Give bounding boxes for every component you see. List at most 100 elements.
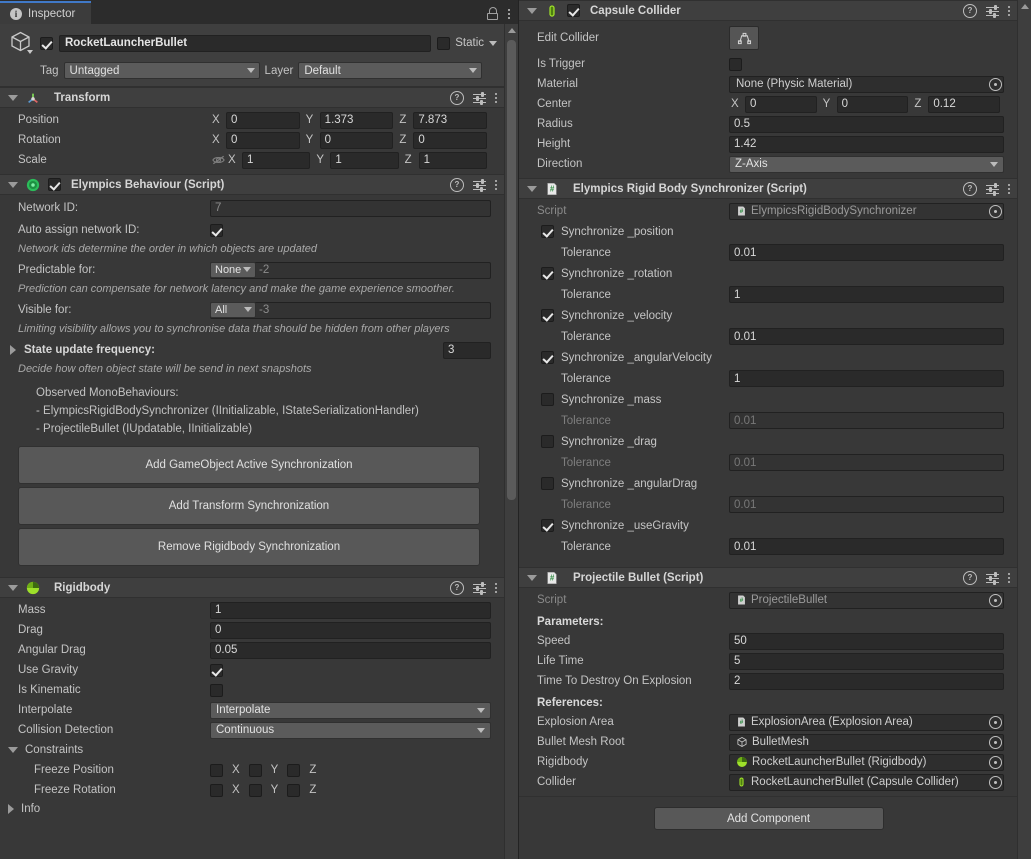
component-header-capsule-collider[interactable]: Capsule Collider ? <box>519 0 1018 21</box>
help-icon[interactable]: ? <box>450 580 464 595</box>
rotation-x-input[interactable]: 0 <box>226 131 300 149</box>
foldout-arrow-icon[interactable] <box>8 181 18 188</box>
tag-dropdown[interactable]: Untagged <box>63 62 260 79</box>
chevron-down-icon[interactable] <box>489 40 497 46</box>
is-trigger-checkbox[interactable] <box>729 57 742 71</box>
static-toggle-group[interactable]: Static <box>437 36 497 50</box>
remove-rigidbody-sync-button[interactable]: Remove Rigidbody Synchronization <box>18 528 480 566</box>
angular-drag-input[interactable]: 0.05 <box>210 641 491 659</box>
preset-icon[interactable] <box>986 182 999 196</box>
component-header-transform[interactable]: Transform ? <box>0 87 505 108</box>
sync-rotation-tolerance-input[interactable]: 1 <box>729 286 1004 303</box>
kebab-menu-icon[interactable] <box>1008 182 1010 195</box>
kebab-menu-icon[interactable] <box>1008 571 1010 584</box>
foldout-arrow-icon[interactable] <box>8 804 14 814</box>
object-picker-icon[interactable] <box>988 204 1003 219</box>
position-y-input[interactable]: 1.373 <box>319 111 394 129</box>
auto-assign-checkbox[interactable] <box>210 223 223 237</box>
sync-use-gravity-checkbox[interactable] <box>541 519 554 532</box>
help-icon[interactable]: ? <box>450 90 464 105</box>
direction-dropdown[interactable]: Z-Axis <box>729 155 1004 173</box>
freeze-rotation-x-checkbox[interactable] <box>210 783 223 797</box>
info-foldout-row[interactable]: Info <box>0 800 498 818</box>
lock-icon[interactable] <box>487 7 498 20</box>
foldout-arrow-icon[interactable] <box>527 185 537 192</box>
scroll-up-arrow-icon[interactable] <box>1018 0 1031 13</box>
sync-rotation-checkbox[interactable] <box>541 267 554 280</box>
scale-z-input[interactable]: 1 <box>418 151 487 169</box>
foldout-arrow-icon[interactable] <box>8 584 18 591</box>
kebab-menu-icon[interactable] <box>508 7 510 20</box>
sync-position-checkbox[interactable] <box>541 225 554 238</box>
radius-input[interactable]: 0.5 <box>729 115 1004 133</box>
is-kinematic-checkbox[interactable] <box>210 683 223 697</box>
right-scrollbar[interactable] <box>1017 0 1031 859</box>
preset-icon[interactable] <box>473 178 486 192</box>
kebab-menu-icon[interactable] <box>495 581 497 594</box>
gameobject-name-input[interactable]: RocketLauncherBullet <box>59 34 432 52</box>
preset-icon[interactable] <box>986 571 999 585</box>
sync-velocity-checkbox[interactable] <box>541 309 554 322</box>
help-icon[interactable]: ? <box>450 177 464 192</box>
freeze-rotation-z-checkbox[interactable] <box>287 783 301 797</box>
position-x-input[interactable]: 0 <box>226 111 300 129</box>
sync-angular-velocity-checkbox[interactable] <box>541 351 554 364</box>
bullet-mesh-root-object-field[interactable]: BulletMesh <box>729 733 1004 751</box>
preset-icon[interactable] <box>473 581 486 595</box>
object-picker-icon[interactable] <box>988 715 1003 730</box>
help-icon[interactable]: ? <box>963 570 977 585</box>
foldout-arrow-icon[interactable] <box>8 94 18 101</box>
predictable-dropdown[interactable]: None <box>210 261 256 278</box>
foldout-arrow-icon[interactable] <box>527 574 537 581</box>
freeze-position-z-checkbox[interactable] <box>287 763 301 777</box>
layer-dropdown[interactable]: Default <box>298 62 483 79</box>
interpolate-dropdown[interactable]: Interpolate <box>210 701 491 719</box>
sync-velocity-tolerance-input[interactable]: 0.01 <box>729 328 1004 345</box>
edit-collider-button[interactable] <box>729 26 759 50</box>
center-y-input[interactable]: 0 <box>836 95 909 113</box>
mass-input[interactable]: 1 <box>210 601 491 619</box>
position-z-input[interactable]: 7.873 <box>413 111 488 129</box>
object-picker-icon[interactable] <box>988 755 1003 770</box>
sync-position-tolerance-input[interactable]: 0.01 <box>729 244 1004 261</box>
component-header-elympics-behaviour[interactable]: Elympics Behaviour (Script) ? <box>0 174 505 195</box>
preset-icon[interactable] <box>473 91 486 105</box>
preset-icon[interactable] <box>986 4 999 18</box>
gameobject-enabled-checkbox[interactable] <box>40 36 53 50</box>
rotation-y-input[interactable]: 0 <box>319 131 394 149</box>
speed-input[interactable]: 50 <box>729 632 1004 650</box>
sync-drag-checkbox[interactable] <box>541 435 554 448</box>
left-scroll-thumb[interactable] <box>507 40 516 500</box>
freeze-position-y-checkbox[interactable] <box>248 763 262 777</box>
height-input[interactable]: 1.42 <box>729 135 1004 153</box>
sync-use-gravity-tolerance-input[interactable]: 0.01 <box>729 538 1004 555</box>
constraints-foldout-row[interactable]: Constraints <box>0 740 498 760</box>
kebab-menu-icon[interactable] <box>1008 4 1010 17</box>
visible-dropdown[interactable]: All <box>210 301 256 318</box>
constrain-proportions-off-icon[interactable] <box>210 154 226 166</box>
center-x-input[interactable]: 0 <box>745 95 817 113</box>
sync-mass-checkbox[interactable] <box>541 393 554 406</box>
capsule-collider-enabled-checkbox[interactable] <box>567 4 580 17</box>
component-header-projectile-bullet[interactable]: # Projectile Bullet (Script) ? <box>519 567 1018 588</box>
sync-angular-velocity-tolerance-input[interactable]: 1 <box>729 370 1004 387</box>
explosion-area-object-field[interactable]: # ExplosionArea (Explosion Area) <box>729 713 1004 731</box>
left-scrollbar[interactable] <box>504 24 518 859</box>
scale-x-input[interactable]: 1 <box>242 151 311 169</box>
drag-input[interactable]: 0 <box>210 621 491 639</box>
collider-ref-object-field[interactable]: RocketLauncherBullet (Capsule Collider) <box>729 773 1004 791</box>
freeze-rotation-y-checkbox[interactable] <box>248 783 262 797</box>
kebab-menu-icon[interactable] <box>495 178 497 191</box>
time-to-destroy-input[interactable]: 2 <box>729 672 1004 690</box>
add-gameobject-active-sync-button[interactable]: Add GameObject Active Synchronization <box>18 446 480 484</box>
rotation-z-input[interactable]: 0 <box>413 131 488 149</box>
object-picker-icon[interactable] <box>988 775 1003 790</box>
object-picker-icon[interactable] <box>988 735 1003 750</box>
component-header-rigidbody-synchronizer[interactable]: # Elympics Rigid Body Synchronizer (Scri… <box>519 178 1018 199</box>
use-gravity-checkbox[interactable] <box>210 663 223 677</box>
sync-angular-drag-checkbox[interactable] <box>541 477 554 490</box>
add-component-button[interactable]: Add Component <box>653 807 884 830</box>
foldout-arrow-icon[interactable] <box>10 345 16 355</box>
collision-detection-dropdown[interactable]: Continuous <box>210 721 491 739</box>
foldout-arrow-icon[interactable] <box>527 7 537 14</box>
